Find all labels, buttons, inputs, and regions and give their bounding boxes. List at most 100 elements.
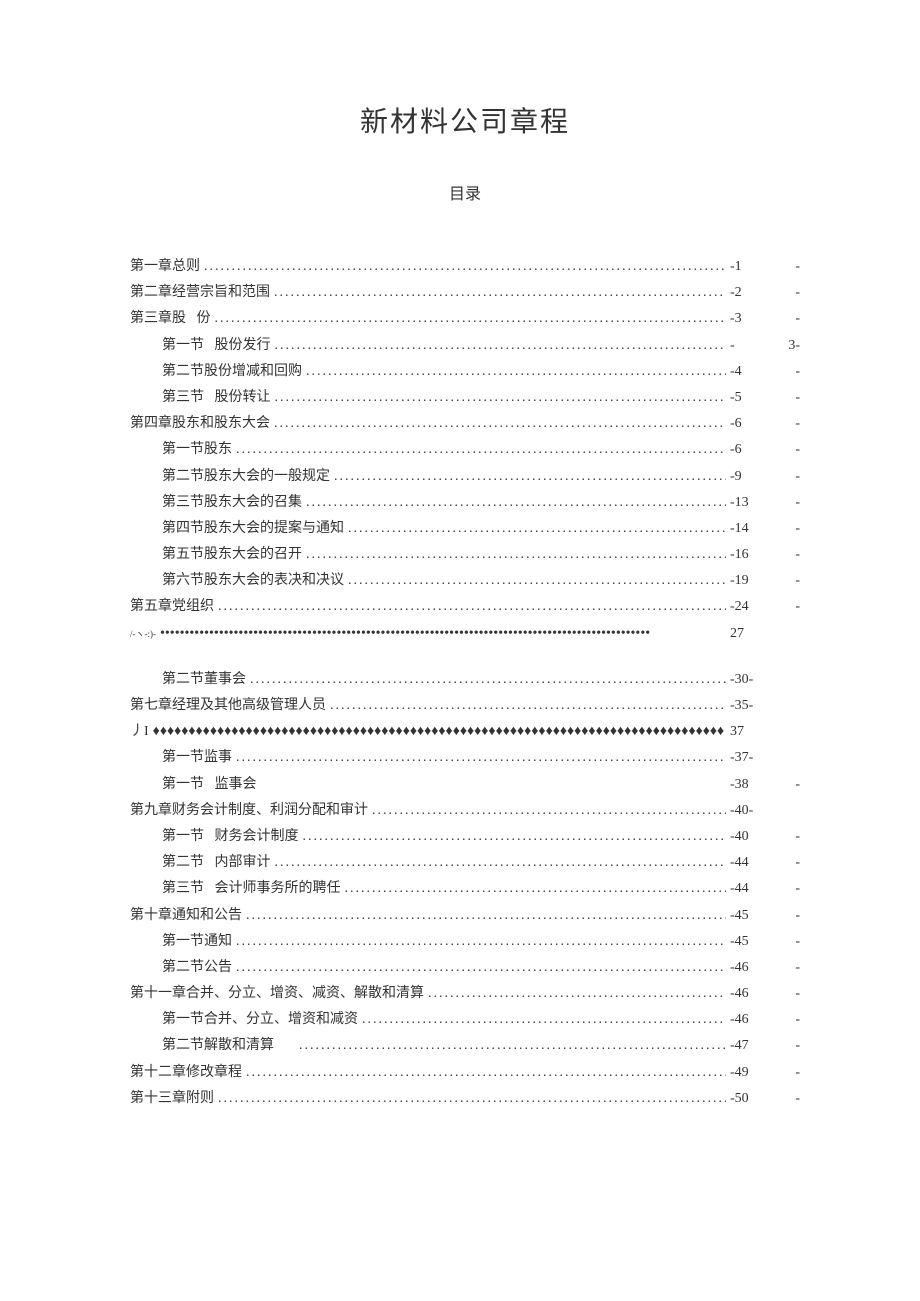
toc-entry: 第一节股东-6- <box>130 437 800 462</box>
toc-leader-dots <box>218 594 726 619</box>
toc-entry-page: 37 <box>730 719 770 744</box>
toc-entry: 第三节 会计师事务所的聘任-44- <box>130 876 800 901</box>
toc-entry-label: 第三章股 <box>130 306 186 331</box>
toc-entry-label: 丿I <box>130 719 149 744</box>
toc-entry-page: -45 <box>730 903 770 928</box>
toc-entry: 第九章财务会计制度、利润分配和审计 -40- <box>130 798 800 823</box>
toc-entry-trail: - <box>770 542 800 567</box>
toc-leader-dots <box>306 359 726 384</box>
toc-entry-trail: - <box>770 464 800 489</box>
toc-gap <box>130 647 800 667</box>
toc-entry-label: /-ヽ-:)- <box>130 626 156 642</box>
toc-leader-dots <box>303 824 727 849</box>
toc-leader-dots <box>428 981 726 1006</box>
toc-entry-trail: - <box>770 490 800 515</box>
toc-entry-trail: 3- <box>770 333 800 358</box>
toc-entry-label: 第一节监事 <box>162 745 232 770</box>
toc-entry-page: -4 <box>730 359 770 384</box>
toc-entry-trail: - <box>770 850 800 875</box>
toc-leader-dots <box>275 850 727 875</box>
toc-entry: 第一节监事-37- <box>130 745 800 770</box>
toc-entry-trail: - <box>770 929 800 954</box>
toc-leader-dots <box>236 437 726 462</box>
toc-entry: 第四节股东大会的提案与通知 -14- <box>130 516 800 541</box>
toc-entry-page: -46 <box>730 955 770 980</box>
toc-leader-dots <box>274 411 726 436</box>
toc-entry-trail: - <box>770 981 800 1006</box>
toc-leader-dots <box>218 1086 726 1111</box>
toc-entry: 第一节 股份发行-3- <box>130 333 800 358</box>
toc-leader-dots <box>215 306 727 331</box>
toc-entry-page: -16 <box>730 542 770 567</box>
toc-leader-dots <box>306 542 726 567</box>
toc-entry: 第一节通知-45- <box>130 929 800 954</box>
toc-entry-trail: - <box>770 824 800 849</box>
toc-entry: 第一章总则-1- <box>130 254 800 279</box>
toc-entry-label: 第二节解散和清算 <box>162 1033 274 1058</box>
toc-leader-dots <box>275 333 727 358</box>
toc-entry: 第四章股东和股东大会-6- <box>130 411 800 436</box>
toc-leader-dots <box>306 490 726 515</box>
toc-leader-dots <box>236 745 726 770</box>
toc-entry-page: -47 <box>730 1033 770 1058</box>
toc-entry-page: -30- <box>730 667 770 692</box>
toc-leader-dots <box>246 1060 726 1085</box>
toc-entry-label: 第二章经营宗旨和范围 <box>130 280 270 305</box>
toc-leader-dots <box>204 254 726 279</box>
toc-entry: 第十三章附则-50- <box>130 1086 800 1111</box>
toc-entry: 第二节 内部审计-44- <box>130 850 800 875</box>
toc-entry-label: 第四节股东大会的提案与通知 <box>162 516 344 541</box>
toc-entry-page: -38 <box>730 772 770 797</box>
toc-entry-label: 第七章经理及其他高级管理人员 <box>130 693 326 718</box>
toc-entry: 第十二章修改章程-49- <box>130 1060 800 1085</box>
toc-entry-trail: - <box>770 1060 800 1085</box>
toc-entry-extra: 份 <box>197 306 211 331</box>
toc-entry-label: 第三节股东大会的召集 <box>162 490 302 515</box>
toc-leader-dots <box>160 621 726 646</box>
toc-leader-dots <box>250 667 726 692</box>
toc-entry-page: -5 <box>730 385 770 410</box>
toc-entry-page: -40- <box>730 798 770 823</box>
toc-entry-label: 第二节董事会 <box>162 667 246 692</box>
document-title: 新材料公司章程 <box>130 100 800 140</box>
toc-leader-dots <box>330 693 726 718</box>
toc-leader-dots <box>236 929 726 954</box>
toc-leader-dots <box>153 719 726 744</box>
toc-entry-page: -46 <box>730 981 770 1006</box>
toc-entry-page: -24 <box>730 594 770 619</box>
toc-entry-trail: - <box>770 594 800 619</box>
toc-entry-label: 第一节 <box>162 333 204 358</box>
toc-entry-page: -35- <box>730 693 770 718</box>
toc-leader-dots <box>299 1033 726 1058</box>
toc-entry-trail: - <box>770 955 800 980</box>
toc-entry-page: -6 <box>730 411 770 436</box>
toc-entry: 丿I 37 <box>130 719 800 744</box>
toc-entry-trail: - <box>770 876 800 901</box>
toc-leader-dots <box>345 876 727 901</box>
toc-entry-page: 27 <box>730 621 770 646</box>
toc-leader-dots <box>274 280 726 305</box>
toc-entry: 第五节股东大会的召开 -16- <box>130 542 800 567</box>
toc-entry-label: 第十章通知和公告 <box>130 903 242 928</box>
toc-entry-page: -14 <box>730 516 770 541</box>
toc-entry: 第十一章合并、分立、增资、减资、解散和清算 -46- <box>130 981 800 1006</box>
toc-entry: 第三节 股份转让-5- <box>130 385 800 410</box>
toc-entry-label: 第九章财务会计制度、利润分配和审计 <box>130 798 368 823</box>
toc-entry-trail: - <box>770 1033 800 1058</box>
toc-entry-page: -2 <box>730 280 770 305</box>
toc-entry-trail: - <box>770 1007 800 1032</box>
toc-entry-label: 第一节 <box>162 824 204 849</box>
toc-entry-label: 第十一章合并、分立、增资、减资、解散和清算 <box>130 981 424 1006</box>
toc-entry-trail: - <box>770 516 800 541</box>
toc-entry-page: -13 <box>730 490 770 515</box>
toc-entry-trail: - <box>770 1086 800 1111</box>
toc-leader-dots <box>275 385 727 410</box>
toc-entry-trail: - <box>770 772 800 797</box>
toc-entry-label: 第五节股东大会的召开 <box>162 542 302 567</box>
toc-entry-label: 第三节 <box>162 876 204 901</box>
toc-entry: 第三章股 份-3- <box>130 306 800 331</box>
toc-entry-extra: 财务会计制度 <box>215 824 299 849</box>
toc-entry-label: 第二节股东大会的一般规定 <box>162 464 330 489</box>
toc-entry-label: 第四章股东和股东大会 <box>130 411 270 436</box>
toc-entry: 第二节股份增减和回购-4- <box>130 359 800 384</box>
